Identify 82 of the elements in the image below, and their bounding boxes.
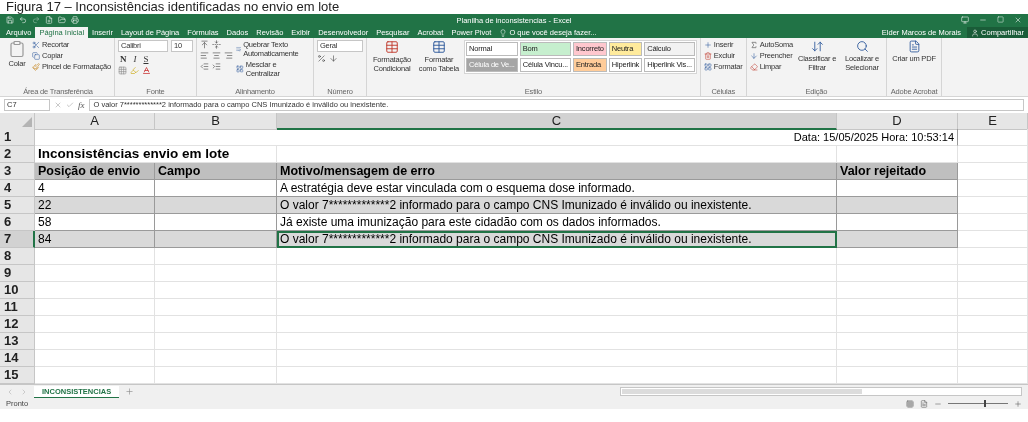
figure-caption: Figura 17 – Inconsistências identificadas no envio em lote [5,0,341,14]
horizontal-scrollbar[interactable] [620,387,1022,396]
column-header[interactable]: E [958,113,1028,130]
row-header[interactable]: 7 [0,231,35,248]
previous-sheet-icon[interactable] [6,387,14,396]
trash-icon [703,51,712,60]
table-icon [431,40,446,54]
row-header[interactable]: 10 [0,282,35,299]
row-header[interactable]: 15 [0,367,35,384]
save-icon[interactable] [6,16,14,24]
row-header[interactable]: 13 [0,333,35,350]
table-cell[interactable]: O valor 7*************2 informado para o campo CNS Imunizado é inválido ou inexistente. [277,231,837,248]
new-file-icon[interactable] [45,16,53,24]
row-header[interactable]: 1 [0,129,35,146]
search-icon [855,40,869,53]
date-time-text: Data: 15/05/2025 Hora: 10:53:14 [35,129,958,146]
paintbrush-icon [32,62,40,71]
align-center-icon[interactable] [211,51,221,60]
plus-icon [703,40,712,49]
row-header[interactable]: 4 [0,180,35,197]
row-header[interactable]: 3 [0,163,35,180]
select-all-triangle[interactable] [22,117,32,127]
sort-icon [810,40,824,53]
font-color-icon[interactable] [141,66,151,75]
grid-icon [703,62,712,71]
outdent-icon[interactable] [199,62,209,71]
redo-icon[interactable] [32,16,40,24]
align-middle-icon[interactable] [211,40,221,49]
printer-icon[interactable] [71,16,79,24]
column-header-cell[interactable]: Posição de envio [35,163,155,180]
page-layout-icon[interactable] [920,399,928,408]
bold-button[interactable]: N [117,54,129,64]
document-icon [907,40,921,53]
insert-function-button[interactable]: fx [78,100,85,110]
merge-cells-icon [235,65,244,73]
close-icon[interactable] [1014,16,1022,24]
undo-icon[interactable] [19,16,27,24]
arrow-down-icon [749,51,758,60]
underline-button[interactable]: S [141,54,151,64]
check-icon[interactable] [66,101,74,109]
percent-icon[interactable] [316,54,326,63]
copy-icon [32,51,40,60]
align-left-icon[interactable] [199,51,209,60]
align-right-icon[interactable] [223,51,233,60]
table-cell[interactable]: 84 [35,231,155,248]
ribbon-display-icon[interactable] [961,16,969,24]
column-header-cell[interactable]: Campo [155,163,277,180]
normal-view-icon[interactable] [906,399,914,408]
column-header[interactable]: A [35,113,155,130]
wrap-text-icon [235,45,242,53]
folder-icon[interactable] [58,16,66,24]
row-header[interactable]: 6 [0,214,35,231]
decrease-decimal-icon[interactable] [328,54,338,63]
column-header-cell[interactable]: Valor rejeitado [837,163,958,180]
row-header[interactable]: 9 [0,265,35,282]
row-header[interactable]: 14 [0,350,35,367]
table-cell[interactable]: O valor 7*************2 informado para o campo CNS Imunizado é inválido ou inexistente. [277,197,837,214]
row-header[interactable]: 12 [0,316,35,333]
cancel-icon[interactable] [54,101,62,109]
clipboard-icon [8,40,26,58]
row-header[interactable]: 5 [0,197,35,214]
eraser-icon [749,62,758,71]
zoom-in-icon[interactable] [1014,399,1022,408]
column-header[interactable]: C [277,113,837,130]
scissors-icon [32,40,40,49]
column-header-cell[interactable]: Motivo/mensagem de erro [277,163,837,180]
next-sheet-icon[interactable] [20,387,28,396]
italic-button[interactable]: I [131,54,139,64]
table-icon [384,40,399,54]
minimize-icon[interactable] [979,16,987,24]
add-sheet-icon[interactable] [125,387,135,396]
row-header[interactable]: 2 [0,146,35,163]
row-header[interactable]: 11 [0,299,35,316]
align-top-icon[interactable] [199,40,209,49]
table-cell[interactable]: 22 [35,197,155,214]
sigma-icon [749,40,758,49]
maximize-icon[interactable] [997,16,1004,23]
borders-icon[interactable] [117,66,127,75]
column-header[interactable]: D [837,113,958,130]
row-header[interactable]: 8 [0,248,35,265]
highlighter-icon[interactable] [129,66,139,75]
indent-icon[interactable] [211,62,221,71]
